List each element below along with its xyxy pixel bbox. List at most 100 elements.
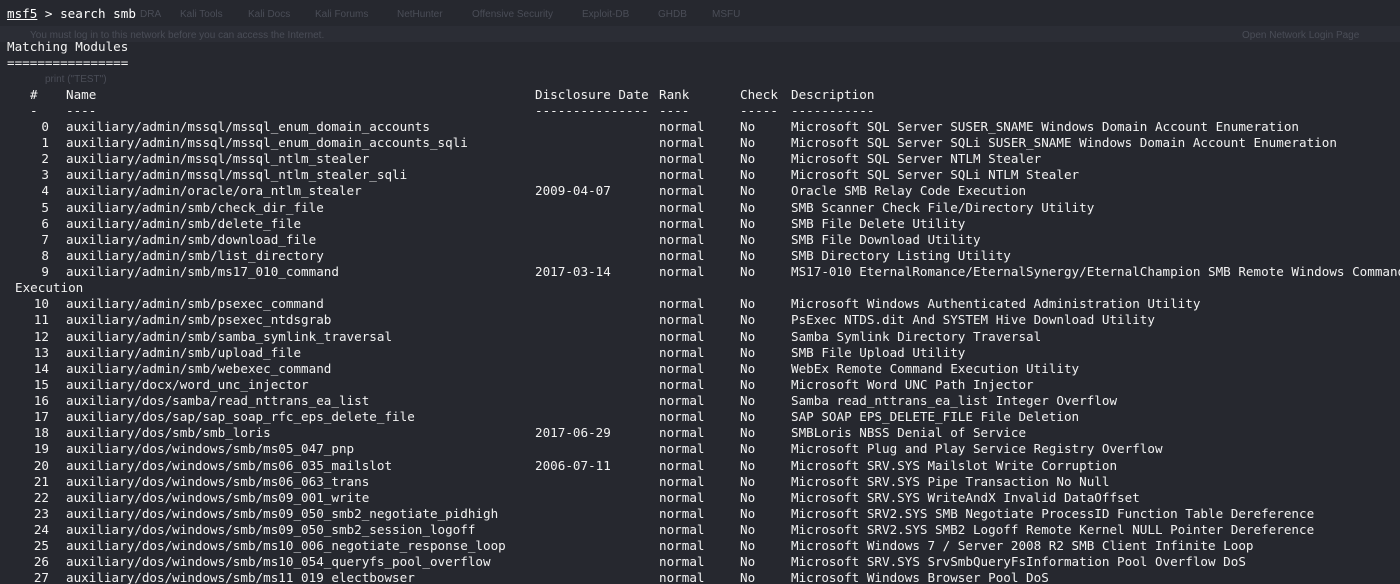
module-name: auxiliary/dos/windows/smb/ms11_019_elect… [66, 570, 415, 584]
check: No [740, 441, 756, 457]
row-number: 18 [33, 425, 49, 441]
table-header-rule: - ---- --------------- ---- ----- ------… [0, 103, 1400, 119]
row-number: 23 [33, 505, 49, 521]
table-row: 21 auxiliary/dos/windows/smb/ms06_063_tra… [0, 474, 1400, 490]
header-date: Disclosure Date [535, 87, 649, 102]
module-name: auxiliary/dos/smb/smb_loris [66, 425, 271, 441]
rule-check: ----- [740, 103, 778, 118]
check: No [740, 522, 756, 537]
command-line: msf5 > search smb [7, 6, 136, 22]
rank: normal [659, 570, 705, 584]
description: Microsoft SRV.SYS WriteAndX Invalid Data… [791, 489, 1140, 505]
rank: normal [659, 183, 705, 199]
rule-date: --------------- [535, 103, 649, 118]
check: No [740, 264, 756, 280]
table-header: # Name Disclosure Date Rank Check Descri… [0, 87, 1400, 103]
table-row: 11 auxiliary/admin/smb/psexec_ntdsgrab nor… [0, 312, 1400, 328]
row-number: 9 [41, 264, 49, 280]
check: No [740, 247, 756, 263]
check: No [740, 570, 756, 584]
table-row: 17 auxiliary/dos/sap/sap_soap_rfc_eps_del… [0, 409, 1400, 425]
rank: normal [659, 119, 705, 134]
row-number: 27 [33, 570, 49, 584]
check: No [740, 344, 756, 360]
description: SAP SOAP EPS_DELETE_FILE File Deletion [791, 409, 1080, 425]
rank: normal [659, 376, 705, 392]
rule-description: ----------- [791, 103, 875, 118]
module-name: auxiliary/dos/windows/smb/ms10_054_query… [66, 554, 491, 570]
check: No [740, 393, 756, 409]
module-name: auxiliary/admin/smb/download_file [66, 231, 317, 247]
check: No [740, 167, 756, 183]
description: SMB File Upload Utility [791, 344, 966, 360]
row-number: 20 [33, 457, 49, 473]
check: No [740, 231, 756, 247]
row-number: 11 [33, 312, 49, 328]
ghost-bookmark: Exploit-DB [582, 9, 630, 20]
module-name: auxiliary/admin/smb/samba_symlink_traver… [66, 328, 393, 344]
description: SMB Directory Listing Utility [791, 247, 1011, 263]
module-name: auxiliary/dos/windows/smb/ms05_047_pnp [66, 441, 355, 457]
row-number: 13 [33, 344, 49, 360]
module-name: auxiliary/dos/windows/smb/ms10_006_negot… [66, 538, 506, 554]
description: Microsoft Windows 7 / Server 2008 R2 SMB… [791, 538, 1254, 554]
row-number: 3 [41, 167, 49, 183]
check: No [740, 151, 756, 167]
row-number: 0 [41, 119, 49, 134]
table-row: 7 auxiliary/admin/smb/download_file normal… [0, 232, 1400, 248]
module-name: auxiliary/dos/windows/smb/ms09_001_write [66, 489, 370, 505]
results-heading: Matching Modules [7, 39, 129, 54]
row-number: 8 [41, 247, 49, 263]
disclosure-date: 2017-03-14 [535, 264, 611, 280]
header-rank: Rank [659, 87, 690, 102]
header-name: Name [66, 87, 97, 102]
rank: normal [659, 264, 705, 280]
description: SMB File Delete Utility [791, 215, 966, 231]
table-row: 26 auxiliary/dos/windows/smb/ms10_054_que… [0, 554, 1400, 570]
module-name: auxiliary/admin/smb/delete_file [66, 215, 302, 231]
module-name: auxiliary/admin/mssql/mssql_ntlm_stealer [66, 151, 370, 167]
description: PsExec NTDS.dit And SYSTEM Hive Download… [791, 312, 1155, 328]
check: No [740, 328, 756, 344]
table-row: 15 auxiliary/docx/word_unc_injector normal… [0, 377, 1400, 393]
description: Microsoft SRV2.SYS SMB2 Logoff Remote Ke… [791, 522, 1315, 537]
description: Microsoft SQL Server SQLi NTLM Stealer [791, 167, 1080, 183]
module-name: auxiliary/dos/windows/smb/ms06_035_mails… [66, 457, 393, 473]
row-number: 16 [33, 393, 49, 409]
module-name: auxiliary/dos/windows/smb/ms09_050_smb2_… [66, 522, 476, 537]
description: Microsoft Plug and Play Service Registry… [791, 441, 1163, 457]
description: Oracle SMB Relay Code Execution [791, 183, 1027, 199]
terminal-window[interactable]: DRA Kali Tools Kali Docs Kali Forums Net… [0, 0, 1400, 584]
ghost-bookmarks-bar: DRA Kali Tools Kali Docs Kali Forums Net… [0, 3, 1400, 23]
row-number: 1 [41, 135, 49, 151]
table-row: 0 auxiliary/admin/mssql/mssql_enum_domain… [0, 119, 1400, 135]
check: No [740, 505, 756, 521]
description: Microsoft SRV.SYS Mailslot Write Corrupt… [791, 457, 1118, 473]
description: Samba read_nttrans_ea_list Integer Overf… [791, 393, 1118, 409]
table-row: 23 auxiliary/dos/windows/smb/ms09_050_smb… [0, 506, 1400, 522]
rank: normal [659, 167, 705, 183]
row-number: 19 [33, 441, 49, 457]
table-row: 19 auxiliary/dos/windows/smb/ms05_047_pnp… [0, 441, 1400, 457]
rank: normal [659, 199, 705, 215]
module-name: auxiliary/admin/smb/psexec_ntdsgrab [66, 312, 332, 328]
ghost-bookmark: NetHunter [397, 9, 443, 20]
ghost-login-button: Open Network Login Page [1242, 30, 1360, 41]
rank: normal [659, 554, 705, 570]
check: No [740, 199, 756, 215]
row-number: 17 [33, 409, 49, 425]
results-heading-rule: ================ [7, 55, 129, 70]
rank: normal [659, 425, 705, 441]
check: No [740, 296, 756, 312]
row-number: 10 [33, 296, 49, 312]
check: No [740, 489, 756, 505]
table-row: 20 auxiliary/dos/windows/smb/ms06_035_mai… [0, 458, 1400, 474]
ghost-bookmark: MSFU [712, 9, 741, 20]
ghost-bookmark: Kali Forums [315, 9, 369, 20]
row-number: 24 [33, 522, 49, 537]
module-name: auxiliary/dos/windows/smb/ms06_063_trans [66, 473, 370, 489]
ghost-bookmark: GHDB [658, 9, 687, 20]
command-text: > search smb [37, 6, 136, 21]
check: No [740, 409, 756, 425]
table-row: 8 auxiliary/admin/smb/list_directory norma… [0, 248, 1400, 264]
